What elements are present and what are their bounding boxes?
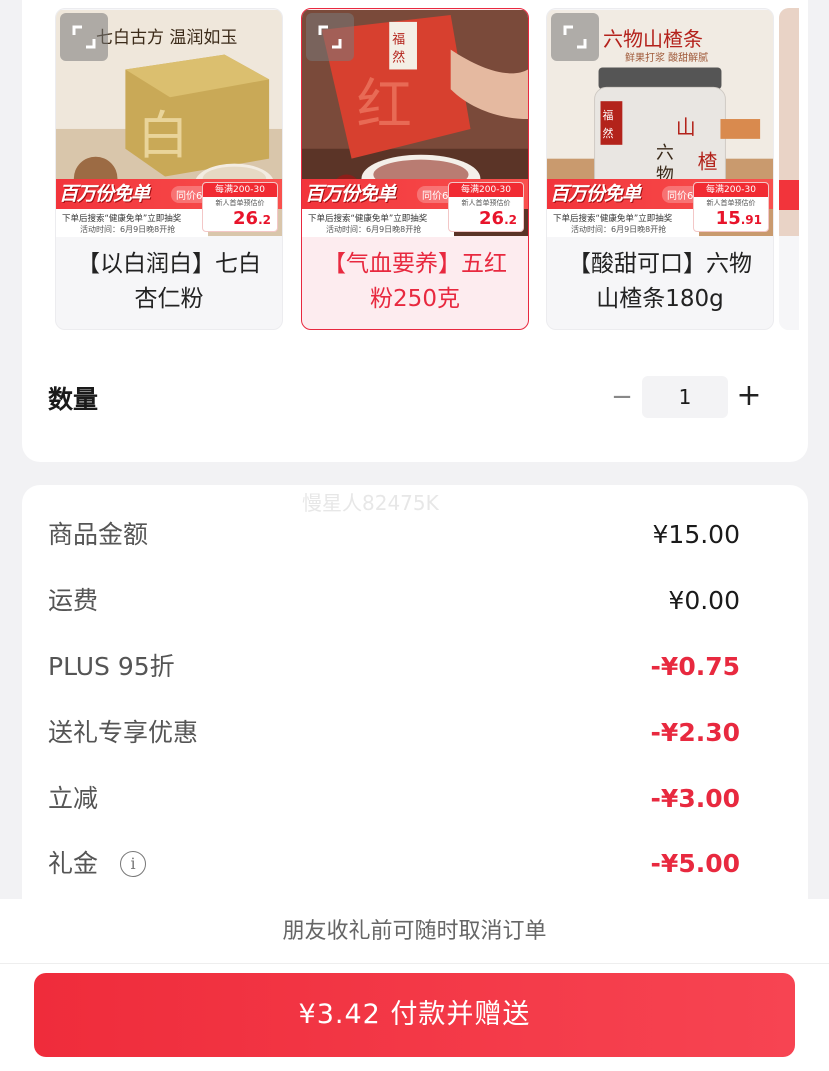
- price-row-label: 礼金: [48, 849, 99, 878]
- product-title: 【酸甜可口】六物山楂条180g: [568, 251, 752, 312]
- reward-price: 26.2: [233, 208, 271, 229]
- price-row-label: 送礼专享优惠: [48, 718, 199, 747]
- checkout-footer: 朋友收礼前可随时取消订单 ¥3.42 付款并赠送: [0, 899, 829, 1071]
- reward-price: 15.91: [716, 208, 762, 229]
- expand-icon[interactable]: [551, 13, 599, 61]
- product-image-caption: 七白古方 温润如玉: [96, 28, 238, 48]
- product-photo: [779, 8, 799, 330]
- promo-headline: 百万份免单: [305, 183, 396, 205]
- quantity-label: 数量: [48, 385, 99, 414]
- price-row-subtotal: 商品金额 ¥15.00: [48, 515, 740, 555]
- product-option-1[interactable]: 白 七白古方 温润如玉 百万份免单 同价618 下单后搜索“健康免单”立即抽奖: [55, 8, 283, 330]
- product-image: 红 福 然 百万份免单 同价618 下单后搜索“健康免单”立即抽奖 活动时间：6…: [302, 9, 528, 237]
- product-image-subcaption: 鲜果打浆 酸甜解腻: [625, 53, 709, 64]
- reward-price-int: 26: [233, 208, 259, 229]
- price-row-gift-money: 礼金 i -¥5.00: [48, 844, 740, 884]
- svg-text:白: 白: [137, 107, 189, 167]
- svg-text:楂: 楂: [698, 151, 718, 174]
- promo-note-line2: 活动时间：6月9日晚8开抢: [326, 225, 422, 234]
- reward-price-dec: .2: [504, 213, 517, 227]
- quantity-input[interactable]: 1: [642, 376, 728, 418]
- promo-headline: 百万份免单: [59, 183, 150, 205]
- promo-banner: 百万份免单 同价618 下单后搜索“健康免单”立即抽奖 活动时间：6月9日晚8开…: [56, 179, 282, 237]
- reward-caption: 新人首单预估价: [215, 199, 265, 207]
- product-image-caption: 六物山楂条: [603, 27, 703, 51]
- svg-text:福: 福: [392, 33, 405, 48]
- promo-headline: 百万份免单: [550, 183, 641, 205]
- promo-note: 下单后搜索“健康免单”立即抽奖 活动时间：6月9日晚8开抢: [56, 209, 208, 237]
- promo-note-line1: 下单后搜索“健康免单”立即抽奖: [553, 214, 673, 224]
- promo-note: 下单后搜索“健康免单”立即抽奖 活动时间：6月9日晚8开抢: [302, 209, 454, 237]
- watermark: 慢星人82475K: [302, 491, 439, 515]
- product-image: 福 然 山 楂 六 物 六物山楂条 鲜果打浆 酸甜解腻 百万份免单 同价618: [547, 9, 773, 237]
- price-row-value: ¥0.00: [668, 586, 740, 615]
- divider: [0, 963, 829, 964]
- reward-price-int: 26: [479, 208, 505, 229]
- price-row-gift-discount: 送礼专享优惠 -¥2.30: [48, 713, 740, 753]
- svg-text:然: 然: [392, 50, 405, 66]
- reward-caption: 新人首单预估价: [461, 199, 511, 207]
- price-row-value: ¥15.00: [652, 520, 740, 549]
- price-row-instant-reduction: 立减 -¥3.00: [48, 779, 740, 819]
- reward-price-dec: .91: [740, 213, 762, 227]
- reward-price-int: 15: [715, 208, 741, 229]
- reward-price: 26.2: [479, 208, 517, 229]
- reward-discount: 每满200-30: [449, 183, 523, 197]
- product-title: 【以白润白】七白杏仁粉: [77, 251, 261, 312]
- promo-note-line2: 活动时间：6月9日晚8开抢: [571, 225, 667, 234]
- reward-price-dec: .2: [258, 213, 271, 227]
- price-row-plus-discount: PLUS 95折 -¥0.75: [48, 647, 740, 687]
- pay-and-gift-button[interactable]: ¥3.42 付款并赠送: [34, 973, 795, 1057]
- quantity-decrease-button[interactable]: −: [610, 378, 634, 418]
- price-row-label: 运费: [48, 586, 99, 615]
- promo-note-line1: 下单后搜索“健康免单”立即抽奖: [62, 214, 182, 224]
- price-row-value: -¥0.75: [650, 652, 740, 681]
- product-option-2[interactable]: 红 福 然 百万份免单 同价618 下单后搜索“健康免单”立即抽奖 活动时间：6…: [301, 8, 529, 330]
- price-row-shipping: 运费 ¥0.00: [48, 581, 740, 621]
- promo-note-line1: 下单后搜索“健康免单”立即抽奖: [308, 214, 428, 224]
- svg-text:山: 山: [676, 116, 696, 139]
- product-option-3[interactable]: 福 然 山 楂 六 物 六物山楂条 鲜果打浆 酸甜解腻 百万份免单 同价618: [546, 8, 774, 330]
- product-image: 白 七白古方 温润如玉 百万份免单 同价618 下单后搜索“健康免单”立即抽奖: [56, 9, 282, 237]
- product-carousel[interactable]: 白 七白古方 温润如玉 百万份免单 同价618 下单后搜索“健康免单”立即抽奖: [55, 8, 808, 330]
- expand-icon[interactable]: [306, 13, 354, 61]
- promo-banner: 百万份免单 同价618 下单后搜索“健康免单”立即抽奖 活动时间：6月9日晚8开…: [547, 179, 773, 237]
- price-row-value: -¥3.00: [650, 784, 740, 813]
- price-row-value: -¥2.30: [650, 718, 740, 747]
- reward-price-badge: 每满200-30 新人首单预估价 15.91: [693, 182, 769, 232]
- promo-banner: 百万份免单 同价618 下单后搜索“健康免单”立即抽奖 活动时间：6月9日晚8开…: [302, 179, 528, 237]
- cancel-notice: 朋友收礼前可随时取消订单: [282, 919, 547, 944]
- price-row-label: 立减: [48, 784, 99, 813]
- svg-text:红: 红: [357, 73, 413, 138]
- price-row-label: PLUS 95折: [48, 652, 175, 681]
- svg-text:六: 六: [656, 143, 674, 164]
- svg-text:然: 然: [603, 126, 614, 140]
- product-option-peek[interactable]: [779, 8, 799, 330]
- expand-icon[interactable]: [60, 13, 108, 61]
- reward-discount: 每满200-30: [694, 183, 768, 197]
- quantity-increase-button[interactable]: +: [732, 378, 766, 418]
- product-title: 【气血要养】五红粉250克: [323, 251, 507, 312]
- price-row-label: 商品金额: [48, 520, 149, 549]
- info-icon[interactable]: i: [120, 851, 146, 877]
- reward-discount: 每满200-30: [203, 183, 277, 197]
- price-row-value: -¥5.00: [650, 849, 740, 878]
- reward-caption: 新人首单预估价: [706, 199, 756, 207]
- promo-note: 下单后搜索“健康免单”立即抽奖 活动时间：6月9日晚8开抢: [547, 209, 699, 237]
- promo-note-line2: 活动时间：6月9日晚8开抢: [80, 225, 176, 234]
- reward-price-badge: 每满200-30 新人首单预估价 26.2: [202, 182, 278, 232]
- product-selection-card: 白 七白古方 温润如玉 百万份免单 同价618 下单后搜索“健康免单”立即抽奖: [22, 0, 808, 462]
- svg-text:福: 福: [603, 108, 614, 122]
- reward-price-badge: 每满200-30 新人首单预估价 26.2: [448, 182, 524, 232]
